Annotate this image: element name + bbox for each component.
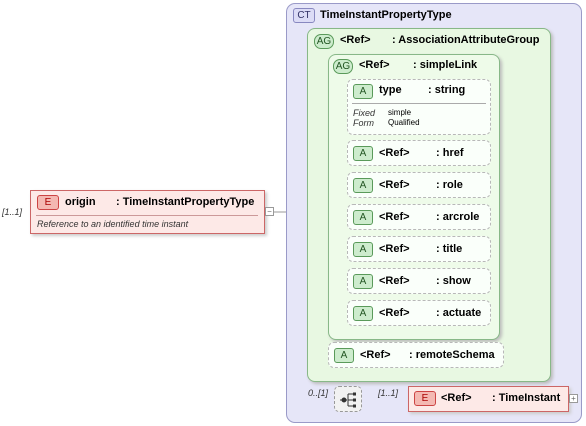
attribute-name: : arcrole bbox=[436, 211, 480, 223]
element-badge: E bbox=[37, 195, 59, 210]
attribute-name: : href bbox=[436, 147, 464, 159]
attribute-badge: A bbox=[353, 274, 373, 289]
root-element-type: : TimeInstantPropertyType bbox=[116, 196, 255, 208]
attribute-title[interactable]: A <Ref> : title bbox=[347, 236, 491, 262]
root-cardinality: [1..1] bbox=[2, 207, 23, 217]
attribute-badge: A bbox=[353, 146, 373, 161]
attribute-name: : remoteSchema bbox=[409, 349, 495, 361]
complex-type-name: TimeInstantPropertyType bbox=[320, 9, 452, 21]
attribute-actuate[interactable]: A <Ref> : actuate bbox=[347, 300, 491, 326]
attribute-ref: <Ref> bbox=[379, 307, 410, 319]
type-attribute-type: : string bbox=[428, 84, 466, 96]
sequence-icon[interactable] bbox=[334, 386, 362, 412]
ag-badge: AG bbox=[314, 34, 334, 49]
child-name: : TimeInstant bbox=[492, 392, 561, 404]
child-ref: <Ref> bbox=[441, 392, 472, 404]
attribute-badge: A bbox=[334, 348, 354, 363]
attribute-href[interactable]: A <Ref> : href bbox=[347, 140, 491, 166]
type-attribute[interactable]: A type : string Fixed simple Form Qualif… bbox=[347, 79, 491, 135]
attribute-badge: A bbox=[353, 210, 373, 225]
attribute-remote-schema[interactable]: A <Ref> : remoteSchema bbox=[328, 342, 504, 368]
collapse-toggle[interactable]: − bbox=[265, 207, 274, 216]
ag-ref: <Ref> bbox=[340, 34, 371, 46]
type-attribute-name: type bbox=[379, 84, 402, 96]
attribute-show[interactable]: A <Ref> : show bbox=[347, 268, 491, 294]
attribute-ref: <Ref> bbox=[379, 179, 410, 191]
attribute-ref: <Ref> bbox=[379, 243, 410, 255]
simple-link-name: : simpleLink bbox=[413, 59, 478, 71]
attribute-name: : show bbox=[436, 275, 471, 287]
attribute-name: : actuate bbox=[436, 307, 482, 319]
root-annotation: Reference to an identified time instant bbox=[37, 219, 189, 229]
ag-name: : AssociationAttributeGroup bbox=[392, 34, 540, 46]
attribute-badge: A bbox=[353, 84, 373, 99]
attribute-badge: A bbox=[353, 178, 373, 193]
complex-type-badge: CT bbox=[293, 8, 315, 23]
child-element-time-instant[interactable]: E <Ref> : TimeInstant bbox=[408, 386, 569, 412]
attribute-ref: <Ref> bbox=[379, 147, 410, 159]
attribute-badge: A bbox=[353, 306, 373, 321]
simple-link-ref: <Ref> bbox=[359, 59, 390, 71]
attribute-ref: <Ref> bbox=[360, 349, 391, 361]
attribute-ref: <Ref> bbox=[379, 275, 410, 287]
form-value: Qualified bbox=[388, 118, 420, 127]
fixed-value: simple bbox=[388, 108, 412, 117]
sequence-glyph-icon bbox=[340, 392, 356, 408]
expand-toggle[interactable]: + bbox=[569, 394, 578, 403]
form-label: Form bbox=[353, 118, 374, 128]
root-element-name: origin bbox=[65, 196, 96, 208]
attribute-name: : title bbox=[436, 243, 463, 255]
child-cardinality: [1..1] bbox=[378, 388, 399, 398]
attribute-name: : role bbox=[436, 179, 463, 191]
attribute-arcrole[interactable]: A <Ref> : arcrole bbox=[347, 204, 491, 230]
root-element-origin[interactable]: E origin : TimeInstantPropertyType Refer… bbox=[30, 190, 265, 234]
attribute-ref: <Ref> bbox=[379, 211, 410, 223]
ag-badge: AG bbox=[333, 59, 353, 74]
sequence-cardinality: 0..[1] bbox=[308, 388, 329, 398]
element-badge: E bbox=[414, 391, 436, 406]
attribute-badge: A bbox=[353, 242, 373, 257]
attribute-role[interactable]: A <Ref> : role bbox=[347, 172, 491, 198]
fixed-label: Fixed bbox=[353, 108, 376, 118]
